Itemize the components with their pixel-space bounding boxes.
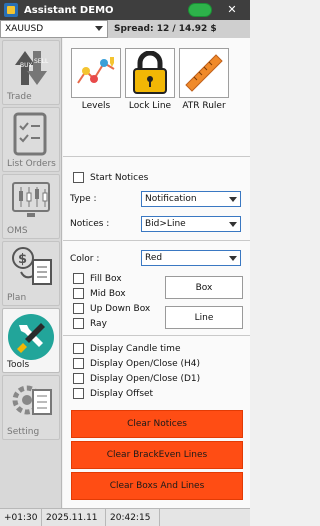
lock-line-tool[interactable]: Lock Line xyxy=(125,48,175,111)
sidebar-item-setting[interactable]: Setting xyxy=(2,375,60,440)
checkbox-box[interactable] xyxy=(73,388,84,399)
levels-button[interactable] xyxy=(71,48,121,98)
candlestick-monitor-icon xyxy=(11,179,53,228)
levels-label: Levels xyxy=(81,101,111,111)
display-offset-label: Display Offset xyxy=(90,388,154,399)
checkbox-box[interactable] xyxy=(73,318,84,329)
box-button[interactable]: Box xyxy=(165,276,243,299)
checkbox-box[interactable] xyxy=(73,288,84,299)
chevron-down-icon xyxy=(229,255,237,261)
close-icon[interactable]: ✕ xyxy=(220,3,244,17)
type-value: Notification xyxy=(145,194,197,204)
levels-icon xyxy=(77,57,115,84)
checkbox-box[interactable] xyxy=(73,273,84,284)
timezone-offset: +01:30 xyxy=(0,508,42,526)
padlock-icon xyxy=(133,51,167,94)
wrench-screwdriver-icon xyxy=(7,313,55,364)
divider xyxy=(63,240,250,241)
start-notices-checkbox[interactable]: Start Notices xyxy=(73,172,148,183)
start-notices-label: Start Notices xyxy=(90,172,149,183)
checklist-icon xyxy=(11,112,51,161)
status-toggle-button[interactable] xyxy=(188,3,212,17)
svg-text:$: $ xyxy=(18,252,27,267)
display-offset-checkbox[interactable]: Display Offset xyxy=(73,388,153,399)
chevron-down-icon xyxy=(229,221,237,227)
notices-select[interactable]: Bid>Line xyxy=(141,216,241,232)
type-label: Type : xyxy=(70,194,97,204)
lock-line-button[interactable] xyxy=(125,48,175,98)
symbol-value: XAUUSD xyxy=(5,23,44,34)
chevron-down-icon xyxy=(95,26,103,31)
display-open-close-d1-label: Display Open/Close (D1) xyxy=(90,373,201,384)
sidebar-item-trade[interactable]: BUY SELL Trade xyxy=(2,40,60,105)
mid-box-checkbox[interactable]: Mid Box xyxy=(73,288,126,299)
sidebar-item-tools[interactable]: Tools xyxy=(2,308,60,373)
notices-value: Bid>Line xyxy=(145,219,186,229)
display-candle-time-label: Display Candle time xyxy=(90,343,181,354)
divider xyxy=(63,156,250,157)
spread-readout: Spread: 12 / 14.92 $ xyxy=(108,19,250,38)
display-open-close-h4-checkbox[interactable]: Display Open/Close (H4) xyxy=(73,358,200,369)
gear-checklist-icon xyxy=(11,380,55,429)
up-down-box-label: Up Down Box xyxy=(90,303,151,314)
checkbox-box[interactable] xyxy=(73,303,84,314)
ray-checkbox[interactable]: Ray xyxy=(73,318,107,329)
ray-label: Ray xyxy=(90,318,107,329)
divider xyxy=(63,335,250,336)
notices-label: Notices : xyxy=(70,219,110,229)
display-open-close-d1-checkbox[interactable]: Display Open/Close (D1) xyxy=(73,373,200,384)
line-button[interactable]: Line xyxy=(165,306,243,329)
display-candle-time-checkbox[interactable]: Display Candle time xyxy=(73,343,180,354)
status-date: 2025.11.11 xyxy=(42,508,106,526)
window-title: Assistant DEMO xyxy=(24,4,114,16)
clear-notices-button[interactable]: Clear Notices xyxy=(71,410,243,438)
lock-line-label: Lock Line xyxy=(128,101,172,111)
sidebar: BUY SELL Trade List Orders OMS $ Plan To… xyxy=(0,38,62,508)
sidebar-item-list-orders[interactable]: List Orders xyxy=(2,107,60,172)
mid-box-label: Mid Box xyxy=(90,288,126,299)
status-time: 20:42:15 xyxy=(106,508,160,526)
type-select[interactable]: Notification xyxy=(141,191,241,207)
levels-tool[interactable]: Levels xyxy=(71,48,121,111)
color-label: Color : xyxy=(70,254,100,264)
up-down-box-checkbox[interactable]: Up Down Box xyxy=(73,303,150,314)
checkbox-box[interactable] xyxy=(73,343,84,354)
status-bar: +01:30 2025.11.11 20:42:15 xyxy=(0,508,250,526)
checkbox-box[interactable] xyxy=(73,172,84,183)
fill-box-label: Fill Box xyxy=(90,273,122,284)
symbol-select[interactable]: XAUUSD xyxy=(0,19,108,38)
atr-ruler-tool[interactable]: ATR Ruler xyxy=(179,48,229,111)
svg-text:BUY: BUY xyxy=(20,62,33,69)
ruler-icon xyxy=(185,54,223,92)
sidebar-item-oms[interactable]: OMS xyxy=(2,174,60,239)
app-logo-icon xyxy=(4,3,18,17)
checkbox-box[interactable] xyxy=(73,373,84,384)
svg-text:SELL: SELL xyxy=(34,58,49,65)
clear-boxes-lines-button[interactable]: Clear Boxs And Lines xyxy=(71,472,243,500)
title-bar: Assistant DEMO ✕ xyxy=(0,0,250,20)
display-open-close-h4-label: Display Open/Close (H4) xyxy=(90,358,200,369)
color-select[interactable]: Red xyxy=(141,250,241,266)
clear-breakeven-lines-button[interactable]: Clear BrackEven Lines xyxy=(71,441,243,469)
chevron-down-icon xyxy=(229,196,237,202)
money-plan-icon: $ xyxy=(11,246,55,295)
tools-panel: Levels Lock Line ATR Ruler Start Notices… xyxy=(63,38,250,508)
checkbox-box[interactable] xyxy=(73,358,84,369)
color-value: Red xyxy=(145,253,163,263)
buy-sell-arrows-icon: BUY SELL xyxy=(11,45,51,94)
symbol-bar: XAUUSD Spread: 12 / 14.92 $ xyxy=(0,19,250,38)
fill-box-checkbox[interactable]: Fill Box xyxy=(73,273,122,284)
sidebar-item-plan[interactable]: $ Plan xyxy=(2,241,60,306)
atr-ruler-label: ATR Ruler xyxy=(182,101,226,111)
atr-ruler-button[interactable] xyxy=(179,48,229,98)
